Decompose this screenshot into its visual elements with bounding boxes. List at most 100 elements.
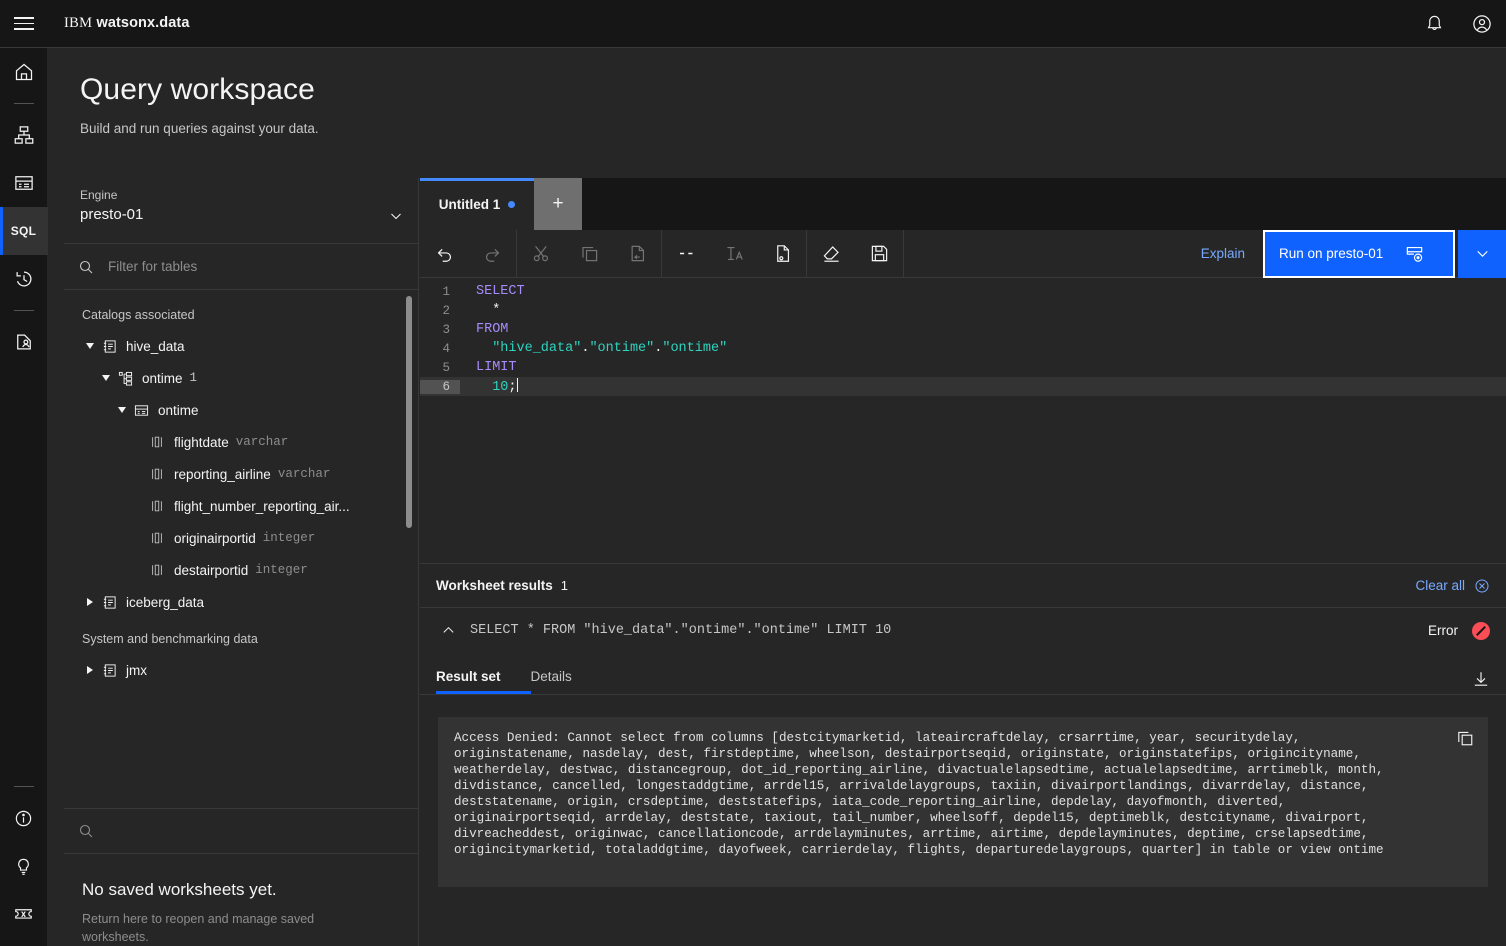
engine-value: presto-01 (80, 206, 144, 223)
chevron-up-icon[interactable] (436, 623, 460, 638)
line-number: 6 (420, 379, 460, 394)
empty-state-title: No saved worksheets yet. (82, 879, 277, 899)
engine-selector[interactable]: Engine presto-01 (64, 178, 418, 244)
tree-item-table-ontime[interactable]: ontime (64, 394, 418, 426)
tree-item-count: 1 (189, 371, 198, 385)
tab-result-set[interactable]: Result set (436, 669, 531, 694)
data-table-icon (14, 173, 34, 193)
user-avatar-icon[interactable] (1458, 0, 1506, 47)
tree-item-column-flightdate[interactable]: flightdate varchar (64, 426, 418, 458)
column-type: integer (262, 531, 316, 545)
history-icon (14, 269, 34, 289)
network-icon (14, 125, 34, 145)
text-format-icon[interactable] (710, 230, 758, 278)
unsaved-dot-icon (508, 200, 516, 208)
global-header: IBM watsonx.data (0, 0, 1506, 48)
sidebar-item-whats-new[interactable] (0, 842, 48, 890)
run-query-button[interactable]: Run on presto-01 (1263, 229, 1455, 278)
sql-editor[interactable]: 1 SELECT 2 * 3 FROM 4 "hive_data"."ontim… (420, 278, 1506, 563)
chevron-down-icon[interactable] (98, 375, 114, 381)
save-disk-icon[interactable] (855, 230, 903, 278)
tree-item-column-flight_number[interactable]: flight_number_reporting_air... (64, 490, 418, 522)
rail-bottom-group (0, 779, 48, 946)
hamburger-menu-icon[interactable] (0, 0, 48, 47)
chevron-right-icon[interactable] (82, 598, 98, 606)
tree-item-label: destairportid (174, 562, 249, 578)
tree-item-label: ontime (142, 370, 183, 386)
explain-button[interactable]: Explain (1183, 230, 1263, 278)
comment-dashes-icon[interactable] (662, 230, 710, 278)
line-number: 3 (442, 322, 450, 337)
copy-icon[interactable] (565, 230, 613, 278)
scissors-icon[interactable] (517, 230, 565, 278)
sidebar-item-query-history[interactable] (0, 255, 48, 303)
column-type: varchar (277, 467, 331, 481)
search-input[interactable] (108, 259, 378, 274)
add-worksheet-button[interactable]: + (534, 178, 582, 230)
code-line: 3 FROM (420, 320, 1506, 339)
sidebar-item-tickets[interactable] (0, 890, 48, 938)
sidebar-item-infrastructure[interactable] (0, 111, 48, 159)
table-icon (130, 403, 152, 418)
tab-details[interactable]: Details (531, 669, 586, 694)
toolbar-right-actions: Explain Run on presto-01 (1183, 229, 1506, 278)
sidebar-item-information[interactable] (0, 794, 48, 842)
run-options-dropdown[interactable] (1458, 229, 1506, 278)
tree-item-column-originairportid[interactable]: originairportid integer (64, 522, 418, 554)
code-line: 2 * (420, 301, 1506, 320)
run-button-label: Run on presto-01 (1279, 246, 1384, 261)
chevron-down-icon[interactable] (82, 343, 98, 349)
close-circle-icon (1474, 578, 1490, 594)
line-number: 2 (442, 303, 450, 318)
error-filled-icon (1472, 621, 1490, 640)
eraser-icon[interactable] (807, 230, 855, 278)
tree-item-iceberg_data[interactable]: iceberg_data (64, 586, 418, 618)
chevron-down-icon[interactable] (388, 208, 404, 224)
results-title: Worksheet results (436, 578, 553, 593)
code-line: 1 SELECT (420, 282, 1506, 301)
bell-icon[interactable] (1410, 0, 1458, 47)
tree-item-jmx[interactable]: jmx (64, 654, 418, 686)
error-message: Access Denied: Cannot select from column… (454, 731, 1392, 857)
tree-item-label: hive_data (126, 338, 185, 354)
rail-divider (13, 103, 34, 104)
tree-item-hive_data[interactable]: hive_data (64, 330, 418, 362)
toolbar-group-format (662, 229, 807, 278)
table-filter[interactable] (64, 244, 418, 290)
sql-token: "ontime" (589, 341, 655, 356)
tree-item-schema-ontime[interactable]: ontime 1 (64, 362, 418, 394)
clear-all-button[interactable]: Clear all (1415, 578, 1490, 594)
sql-token: "hive_data" (476, 341, 582, 356)
undo-icon[interactable] (420, 230, 468, 278)
sidebar-item-data-manager[interactable] (0, 159, 48, 207)
copy-icon[interactable] (1456, 729, 1474, 747)
tree-item-label: originairportid (174, 530, 256, 546)
sidebar-item-query-workspace[interactable]: SQL (0, 207, 48, 255)
tree-item-column-destairportid[interactable]: destairportid integer (64, 554, 418, 586)
sidebar-item-home[interactable] (0, 48, 48, 96)
redo-icon[interactable] (468, 230, 516, 278)
column-icon (146, 467, 168, 481)
clear-all-label: Clear all (1415, 578, 1465, 593)
sidebar-item-access-control[interactable] (0, 318, 48, 366)
error-output-wrapper: Access Denied: Cannot select from column… (420, 695, 1506, 887)
catalog-tree[interactable]: Catalogs associated hive_data ontime 1 o… (64, 290, 418, 808)
tree-item-label: iceberg_data (126, 594, 205, 610)
brand-title[interactable]: IBM watsonx.data (64, 15, 190, 32)
paste-icon[interactable] (613, 230, 661, 278)
results-count: 1 (560, 578, 569, 593)
catalog-icon (98, 663, 120, 678)
chevron-right-icon[interactable] (82, 666, 98, 674)
result-query-row[interactable]: SELECT * FROM "hive_data"."ontime"."onti… (420, 608, 1506, 653)
saved-worksheets-search[interactable] (64, 807, 418, 854)
tab-untitled-1[interactable]: Untitled 1 (420, 178, 534, 230)
document-code-icon[interactable] (758, 230, 806, 278)
result-status: Error (1428, 621, 1490, 640)
tree-item-label: reporting_airline (174, 466, 271, 482)
tree-item-label: ontime (158, 402, 199, 418)
code-line-active: 6 10; (420, 377, 1506, 396)
chevron-down-icon[interactable] (114, 407, 130, 413)
tree-scrollbar[interactable] (406, 296, 412, 528)
tree-item-column-reporting_airline[interactable]: reporting_airline varchar (64, 458, 418, 490)
download-icon[interactable] (1472, 670, 1490, 694)
